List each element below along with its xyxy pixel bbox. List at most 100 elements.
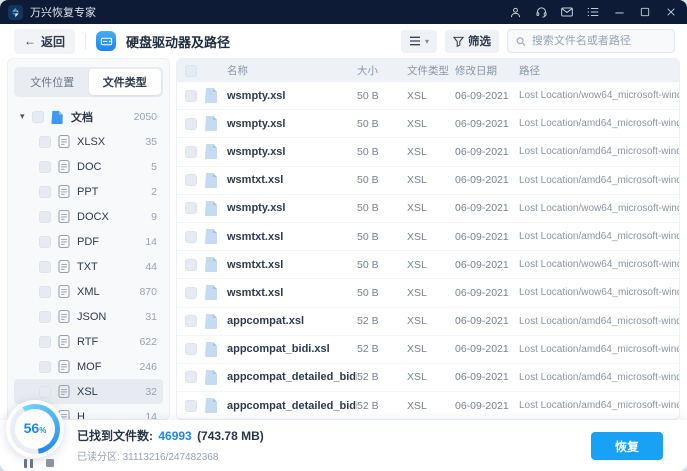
checkbox[interactable] — [185, 371, 197, 383]
tree-item-txt[interactable]: TXT44 — [14, 254, 163, 279]
tree-item-ppt[interactable]: PPT2 — [14, 179, 163, 204]
tree-item-docx[interactable]: DOCX9 — [14, 204, 163, 229]
checkbox[interactable] — [185, 400, 197, 412]
checkbox[interactable] — [39, 211, 51, 223]
file-size: 50 B — [357, 259, 407, 271]
table-row[interactable]: appcompat_bidi.xsl52 BXSL06-09-2021Lost … — [177, 336, 679, 364]
table-row[interactable]: appcompat_detailed_bidi.txt52 BXSL06-09-… — [177, 392, 679, 420]
checkbox[interactable] — [39, 236, 51, 248]
checkbox[interactable] — [39, 336, 51, 348]
file-type-icon — [58, 135, 70, 148]
col-header-type[interactable]: 文件类型 — [407, 63, 455, 78]
tree-item-mof[interactable]: MOF246 — [14, 354, 163, 379]
file-date: 06-09-2021 — [455, 231, 519, 243]
checkbox[interactable] — [32, 111, 44, 123]
file-name: wsmpty.xsl — [227, 146, 357, 158]
col-header-size[interactable]: 大小 — [357, 63, 407, 78]
table-row[interactable]: wsmpty.xsl50 BXSL06-09-2021Lost Location… — [177, 110, 679, 138]
checkbox[interactable] — [185, 315, 197, 327]
checkbox[interactable] — [185, 259, 197, 271]
recover-button[interactable]: 恢复 — [591, 432, 663, 460]
select-all-checkbox[interactable] — [185, 65, 197, 77]
partition-value: 31113216/247482368 — [123, 452, 219, 463]
tab-file-location[interactable]: 文件位置 — [16, 69, 89, 95]
filter-button[interactable]: 筛选 — [445, 30, 499, 53]
file-size: 50 B — [357, 202, 407, 214]
table-row[interactable]: wsmpty.xsl50 BXSL06-09-2021Lost Location… — [177, 82, 679, 110]
tree-item-xml[interactable]: XML870 — [14, 279, 163, 304]
file-path: Lost Location/wow64_microsoft-wind... — [519, 203, 679, 214]
table-row[interactable]: appcompat_detailed_bidi.xsl52 BXSL06-09-… — [177, 364, 679, 392]
col-header-date[interactable]: 修改日期 — [455, 63, 519, 78]
caret-down-icon[interactable]: ▾ — [20, 111, 32, 122]
table-row[interactable]: wsmtxt.xsl50 BXSL06-09-2021Lost Location… — [177, 223, 679, 251]
checkbox[interactable] — [185, 174, 197, 186]
checkbox[interactable] — [39, 186, 51, 198]
file-size: 50 B — [357, 90, 407, 102]
mail-icon[interactable] — [561, 6, 573, 18]
minimize-icon[interactable] — [613, 6, 625, 18]
checkbox[interactable] — [39, 286, 51, 298]
tree-item-rtf[interactable]: RTF622 — [14, 329, 163, 354]
file-type-icon — [58, 385, 70, 398]
checkbox[interactable] — [185, 231, 197, 243]
checkbox[interactable] — [185, 118, 197, 130]
checkbox[interactable] — [185, 343, 197, 355]
checkbox[interactable] — [39, 311, 51, 323]
tab-file-type[interactable]: 文件类型 — [89, 69, 162, 95]
tree-item-count: 9 — [151, 211, 157, 223]
col-header-name[interactable]: 名称 — [227, 63, 357, 78]
tree-item-doc[interactable]: DOC5 — [14, 154, 163, 179]
checkbox[interactable] — [39, 161, 51, 173]
checkbox[interactable] — [185, 90, 197, 102]
file-type: XSL — [407, 259, 455, 271]
checkbox[interactable] — [185, 287, 197, 299]
view-mode-dropdown[interactable]: ▾ — [401, 30, 437, 53]
tree-item-count: 14 — [145, 236, 157, 248]
table-row[interactable]: wsmtxt.xsl50 BXSL06-09-2021Lost Location… — [177, 279, 679, 307]
tree-item-xlsx[interactable]: XLSX35 — [14, 129, 163, 154]
tree-item-documents[interactable]: ▾ 文档 2050 — [14, 104, 163, 129]
table-row[interactable]: wsmpty.xsl50 BXSL06-09-2021Lost Location… — [177, 195, 679, 223]
table-row[interactable]: wsmtxt.xsl50 BXSL06-09-2021Lost Location… — [177, 167, 679, 195]
tree-item-label: RTF — [77, 336, 139, 348]
partition-label: 已读分区: — [77, 452, 120, 463]
file-name: wsmpty.xsl — [227, 202, 357, 214]
tree-item-json[interactable]: JSON31 — [14, 304, 163, 329]
app-title: 万兴恢复专家 — [30, 4, 96, 20]
scan-stats: 已找到文件数: 46993 (743.78 MB) 已读分区: 31113216… — [77, 427, 264, 463]
checkbox[interactable] — [39, 386, 51, 398]
col-header-path[interactable]: 路径 — [519, 63, 679, 78]
tree-item-label: XLSX — [77, 136, 145, 148]
file-type: XSL — [407, 343, 455, 355]
checkbox[interactable] — [39, 361, 51, 373]
tree-item-pdf[interactable]: PDF14 — [14, 229, 163, 254]
table-row[interactable]: wsmpty.xsl50 BXSL06-09-2021Lost Location… — [177, 138, 679, 166]
checkbox[interactable] — [39, 136, 51, 148]
tree-item-label: DOC — [77, 161, 151, 173]
file-size: 50 B — [357, 287, 407, 299]
file-type-icon — [58, 235, 70, 248]
checkbox[interactable] — [185, 202, 197, 214]
tree-item-count: 14 — [145, 411, 157, 421]
file-type-icon — [58, 285, 70, 298]
back-button[interactable]: ← 返回 — [14, 29, 75, 54]
file-icon — [205, 314, 227, 329]
table-row[interactable]: appcompat.xsl52 BXSL06-09-2021Lost Locat… — [177, 308, 679, 336]
maximize-icon[interactable] — [639, 6, 651, 18]
close-icon[interactable] — [665, 6, 677, 18]
stop-button[interactable] — [46, 459, 54, 467]
file-type: XSL — [407, 90, 455, 102]
search-box[interactable] — [507, 29, 675, 53]
file-name: wsmpty.xsl — [227, 118, 357, 130]
checkbox[interactable] — [185, 146, 197, 158]
support-headset-icon[interactable] — [535, 6, 547, 18]
search-input[interactable] — [532, 35, 666, 47]
checkbox[interactable] — [39, 261, 51, 273]
feedback-list-icon[interactable] — [587, 6, 599, 18]
file-path: Lost Location/amd64_microsoft-wind... — [519, 175, 679, 186]
table-row[interactable]: wsmtxt.xsl50 BXSL06-09-2021Lost Location… — [177, 251, 679, 279]
pause-button[interactable] — [24, 459, 33, 468]
account-icon[interactable] — [509, 6, 521, 18]
file-size: 50 B — [357, 231, 407, 243]
